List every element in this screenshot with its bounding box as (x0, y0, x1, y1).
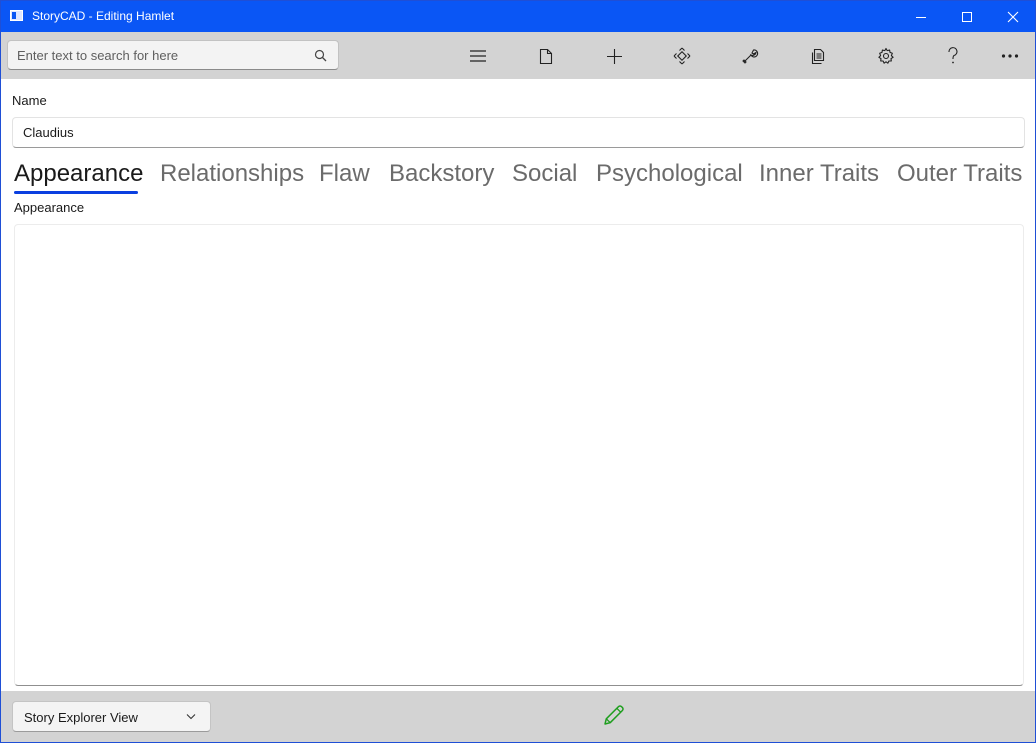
copy-button[interactable] (798, 40, 838, 72)
hamburger-menu-icon (470, 50, 486, 62)
appearance-textarea-container (14, 224, 1024, 686)
tab-backstory[interactable]: Backstory (389, 158, 494, 190)
tab-inner-traits[interactable]: Inner Traits (759, 158, 879, 190)
tab-psychological[interactable]: Psychological (596, 158, 743, 190)
search-icon[interactable] (314, 49, 327, 62)
app-window: StoryCAD - Editing Hamlet Enter text to … (0, 0, 1036, 743)
copy-icon (811, 48, 825, 64)
pencil-icon[interactable] (602, 704, 625, 727)
minimize-button[interactable] (898, 1, 944, 32)
search-box (7, 40, 339, 70)
search-input[interactable] (8, 41, 307, 69)
new-file-button[interactable] (526, 40, 566, 72)
maximize-icon (962, 11, 972, 22)
tools-button[interactable] (730, 40, 770, 72)
settings-button[interactable] (866, 40, 906, 72)
window-title: StoryCAD - Editing Hamlet (32, 9, 175, 23)
view-selector[interactable]: Story Explorer View (12, 701, 211, 732)
help-button[interactable] (933, 40, 973, 72)
tab-appearance[interactable]: Appearance (14, 158, 143, 190)
status-bar: Story Explorer View (1, 691, 1035, 742)
tab-flaw[interactable]: Flaw (319, 158, 370, 190)
tab-relationships[interactable]: Relationships (160, 158, 304, 190)
more-button[interactable] (990, 40, 1030, 72)
name-field[interactable] (13, 118, 1034, 147)
active-tab-indicator (14, 191, 138, 194)
new-file-icon (539, 48, 553, 64)
view-selector-value: Story Explorer View (24, 710, 138, 725)
tab-social[interactable]: Social (512, 158, 577, 190)
name-field-container (12, 117, 1034, 148)
toolbar (1, 32, 1035, 79)
app-icon (10, 10, 23, 21)
close-icon (1007, 11, 1019, 22)
close-button[interactable] (990, 1, 1035, 32)
minimize-icon (916, 16, 926, 18)
move-icon (673, 47, 691, 65)
settings-gear-icon (878, 47, 894, 64)
appearance-label: Appearance (14, 200, 85, 215)
menu-button[interactable] (458, 40, 498, 72)
add-icon (606, 48, 622, 64)
move-button[interactable] (662, 40, 702, 72)
maximize-button[interactable] (944, 1, 990, 32)
help-icon (948, 47, 958, 64)
more-icon (1001, 54, 1019, 58)
title-bar: StoryCAD - Editing Hamlet (1, 1, 1035, 32)
tools-icon (742, 49, 759, 64)
tab-outer-traits[interactable]: Outer Traits (897, 158, 1022, 190)
chevron-down-icon (186, 714, 196, 720)
appearance-textarea[interactable] (15, 225, 1023, 685)
name-label: Name (12, 93, 47, 108)
add-button[interactable] (594, 40, 634, 72)
